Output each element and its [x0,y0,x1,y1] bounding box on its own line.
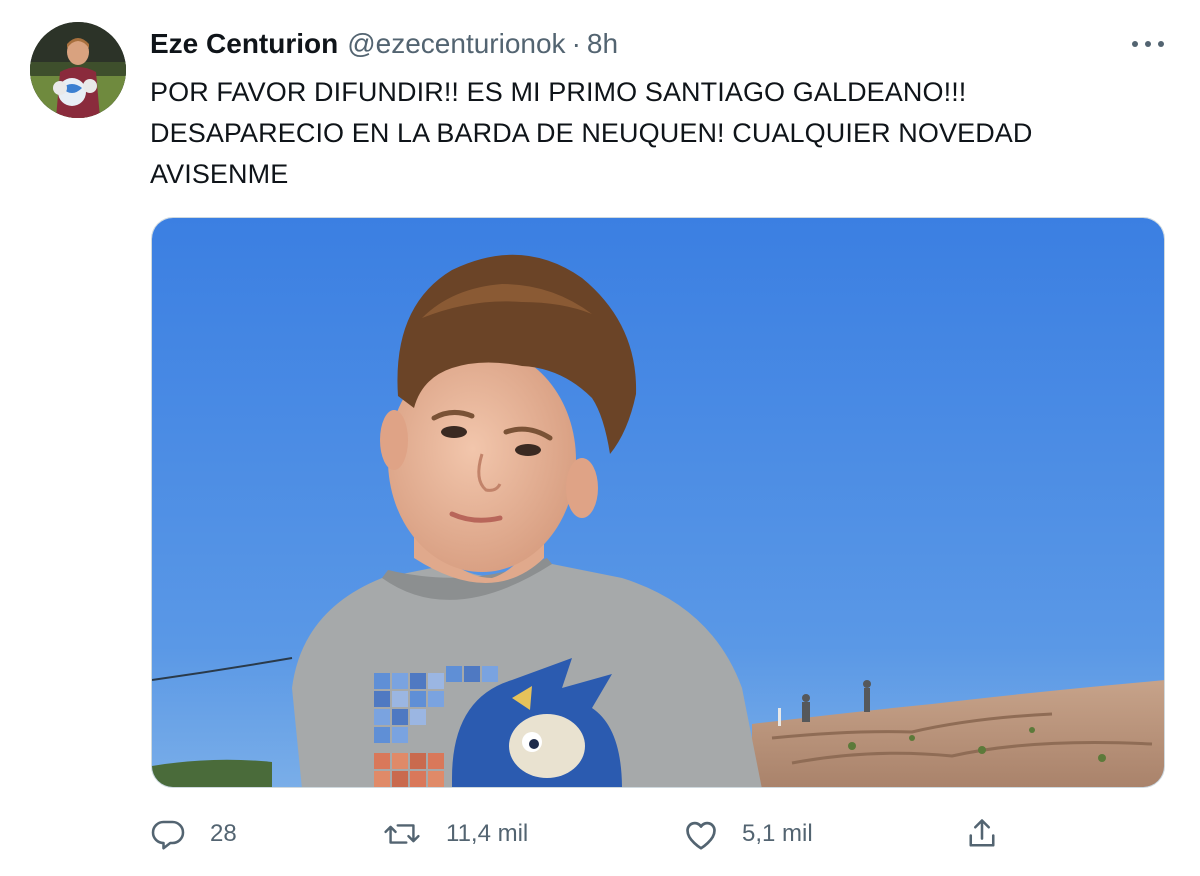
like-count: 5,1 mil [742,820,813,847]
retweet-count: 11,4 mil [446,820,529,847]
separator-dot: · [571,28,581,59]
share-icon [964,816,1000,852]
retweet-button[interactable]: 11,4 mil [382,808,528,860]
avatar[interactable] [30,22,126,118]
child-photo-image [152,218,1164,787]
tweet-photo[interactable] [151,217,1165,788]
like-button[interactable]: 5,1 mil [682,808,813,860]
retweet-icon [382,816,422,852]
avatar-image [30,22,126,118]
tweet-text: POR FAVOR DIFUNDIR!! ES MI PRIMO SANTIAG… [150,72,1150,195]
heart-icon [682,816,720,852]
tweet: Eze Centurion @ezecenturionok · 8h POR F… [0,0,1200,876]
tweet-text-line: AVISENME [150,159,289,189]
reply-button[interactable]: 28 [150,808,237,860]
reply-icon [150,816,186,852]
share-button[interactable] [964,808,1000,860]
author-name[interactable]: Eze Centurion [150,28,338,60]
more-dots-icon [1132,41,1164,47]
tweet-actions: 28 11,4 mil 5,1 mil [150,808,1030,860]
tweet-text-line: DESAPARECIO EN LA BARDA DE NEUQUEN! CUAL… [150,118,1033,148]
tweet-text-line: POR FAVOR DIFUNDIR!! ES MI PRIMO SANTIAG… [150,77,967,107]
tweet-header: Eze Centurion @ezecenturionok · 8h [150,26,618,62]
author-handle[interactable]: @ezecenturionok [347,28,565,60]
reply-count: 28 [210,820,237,847]
tweet-timestamp[interactable]: 8h [587,28,618,60]
more-options-button[interactable] [1128,30,1168,58]
